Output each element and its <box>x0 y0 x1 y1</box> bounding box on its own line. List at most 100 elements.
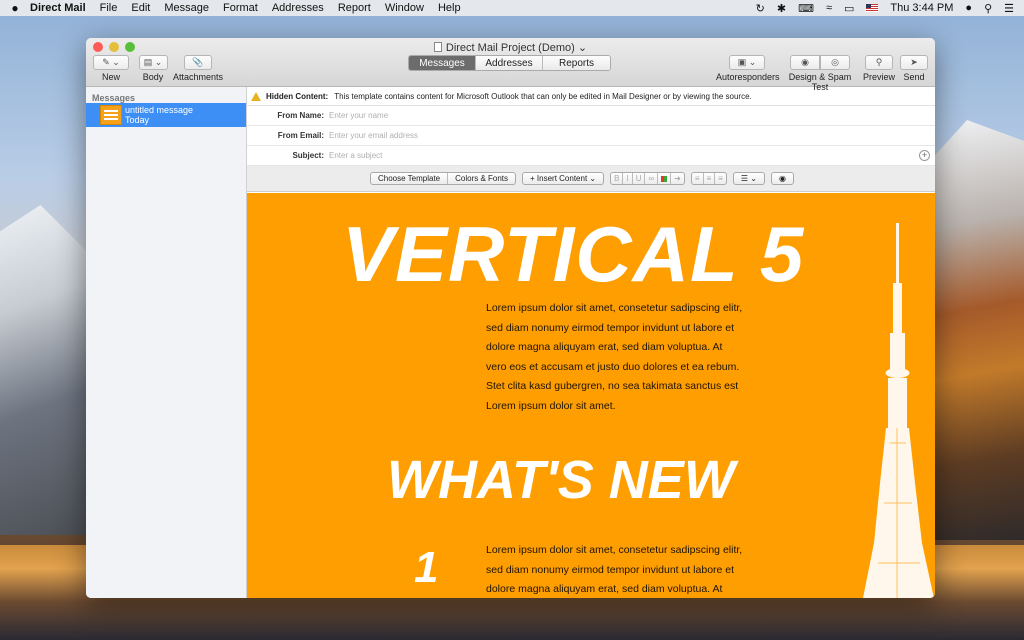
paragraph-1-line: dolore magna aliquyam erat, sed diam vol… <box>486 341 723 354</box>
menu-clock[interactable]: Thu 3:44 PM <box>890 2 953 14</box>
notification-center-icon[interactable]: ☰ <box>1004 2 1014 15</box>
email-paragraph-2[interactable]: Lorem ipsum dolor sit amet, consetetur s… <box>486 541 776 598</box>
battery-icon[interactable]: ▭ <box>844 2 854 15</box>
title-toolbar: Direct Mail Project (Demo) ⌄ ✎ ⌄ New ▤ ⌄… <box>86 38 935 92</box>
user-icon[interactable]: ● <box>965 2 972 14</box>
paragraph-1-line: sed diam nonumy eirmod tempor invidunt u… <box>486 321 735 334</box>
message-date: Today <box>125 115 150 125</box>
paperclip-icon: 📎 <box>184 55 212 70</box>
menu-file[interactable]: File <box>100 2 118 14</box>
status-area: ↻ ✱ ⌨ ≈ ▭ Thu 3:44 PM ● ⚲ ☰ <box>756 2 1024 15</box>
wifi-icon[interactable]: ≈ <box>826 2 832 14</box>
choose-template-button[interactable]: Choose Template <box>371 173 449 184</box>
from-email-row: From Email: Enter your email address <box>247 126 935 146</box>
email-paragraph-1[interactable]: Lorem ipsum dolor sit amet, consetetur s… <box>486 299 776 417</box>
insert-group: + Insert Content ⌄ <box>522 172 605 185</box>
paragraph-1-line: Stet clita kasd gubergren, no sea takima… <box>486 380 739 393</box>
menu-bar: ● Direct Mail File Edit Message Format A… <box>0 0 1024 16</box>
messages-sidebar: Messages untitled message Today <box>86 87 247 598</box>
menu-format[interactable]: Format <box>223 2 258 14</box>
autoresponders-button[interactable]: ▣ ⌄ Autoresponders <box>716 55 780 82</box>
menu-app-name[interactable]: Direct Mail <box>30 2 86 14</box>
colors-fonts-button[interactable]: Colors & Fonts <box>448 173 515 184</box>
from-email-field[interactable]: Enter your email address <box>329 131 418 140</box>
warning-icon <box>251 91 261 101</box>
spotlight-search-icon[interactable]: ⚲ <box>984 2 992 15</box>
hidden-content-text: This template contains content for Micro… <box>334 91 752 101</box>
menu-help[interactable]: Help <box>438 2 461 14</box>
chevron-down-icon: ⌄ <box>577 42 588 54</box>
keyboard-icon[interactable]: ⌨ <box>798 2 814 15</box>
time-machine-icon[interactable]: ↻ <box>756 2 765 15</box>
tower-illustration <box>863 223 934 598</box>
arrow-right-icon[interactable]: ➜ <box>671 173 684 184</box>
design-spam-group: ◉ ◎ <box>782 55 858 70</box>
insert-content-button[interactable]: + Insert Content ⌄ <box>523 173 603 184</box>
hidden-content-notice: Hidden Content: This template contains c… <box>247 87 935 106</box>
new-button[interactable]: ✎ ⌄ New <box>93 55 129 82</box>
send-button[interactable]: ➤ Send <box>899 55 929 82</box>
link-icon[interactable]: ∞ <box>645 173 659 184</box>
text-style-group: B I U ∞ ➜ <box>610 172 685 185</box>
bold-button[interactable]: B <box>611 173 624 184</box>
message-thumbnail <box>100 105 122 125</box>
bluetooth-icon[interactable]: ✱ <box>777 2 786 15</box>
color-swatch-icon[interactable] <box>658 173 672 184</box>
italic-button[interactable]: I <box>623 173 633 184</box>
align-center-icon[interactable]: ≡ <box>704 173 716 184</box>
attachments-button[interactable]: 📎 Attachments <box>172 55 224 82</box>
paragraph-2-line: Lorem ipsum dolor sit amet, consetetur s… <box>486 544 743 556</box>
from-name-label: From Name: <box>277 111 324 120</box>
spam-test-icon: ◎ <box>820 55 850 70</box>
email-headline[interactable]: VERTICAL 5 <box>342 215 804 293</box>
add-header-plus-icon[interactable]: + <box>919 150 930 161</box>
paragraph-1-line: Lorem ipsum dolor sit amet, consetetur s… <box>486 302 743 314</box>
paragraph-2-line: sed diam nonumy eirmod tempor invidunt u… <box>486 563 735 576</box>
new-label: New <box>101 72 120 82</box>
menu-report[interactable]: Report <box>338 2 371 14</box>
input-source-flag-icon[interactable] <box>866 4 879 12</box>
send-paper-plane-icon: ➤ <box>900 55 928 70</box>
new-compose-icon: ✎ ⌄ <box>93 55 129 70</box>
subject-label: Subject: <box>292 151 324 160</box>
menu-message[interactable]: Message <box>164 2 209 14</box>
main-tabs: Messages Addresses Reports <box>408 55 611 71</box>
email-canvas[interactable]: VERTICAL 5 Lorem ipsum dolor sit amet, c… <box>247 193 935 598</box>
list-style-icon[interactable]: ☰ ⌄ <box>734 173 764 184</box>
tab-reports[interactable]: Reports <box>543 56 610 70</box>
apple-menu-icon[interactable]: ● <box>0 1 30 15</box>
menu-addresses[interactable]: Addresses <box>272 2 324 14</box>
list-group: ☰ ⌄ <box>732 172 765 185</box>
design-test-icon: ◉ <box>790 55 820 70</box>
from-name-field[interactable]: Enter your name <box>329 111 388 120</box>
message-editor: Hidden Content: This template contains c… <box>247 87 935 598</box>
list-item-message[interactable]: untitled message Today <box>86 103 246 127</box>
align-left-icon[interactable]: ≡ <box>692 173 704 184</box>
align-right-icon[interactable]: ≡ <box>715 173 726 184</box>
from-name-row: From Name: Enter your name <box>247 106 935 126</box>
app-window: Direct Mail Project (Demo) ⌄ ✎ ⌄ New ▤ ⌄… <box>86 38 935 598</box>
send-label: Send <box>903 72 925 82</box>
body-button[interactable]: ▤ ⌄ Body <box>138 55 168 82</box>
tab-messages[interactable]: Messages <box>409 56 476 70</box>
menu-window[interactable]: Window <box>385 2 424 14</box>
preview-label: Preview <box>862 72 895 82</box>
menu-edit[interactable]: Edit <box>131 2 150 14</box>
mountain-right <box>929 120 1024 540</box>
window-title-text: Direct Mail Project (Demo) <box>445 42 575 54</box>
window-title[interactable]: Direct Mail Project (Demo) ⌄ <box>86 41 935 54</box>
paragraph-2-line: dolore magna aliquyam erat, sed diam vol… <box>486 583 723 596</box>
preview-button[interactable]: ⚲ Preview <box>862 55 896 82</box>
message-item-text: untitled message Today <box>125 105 193 125</box>
section-title[interactable]: WHAT'S NEW <box>387 451 735 509</box>
from-email-label: From Email: <box>277 131 324 140</box>
tab-addresses[interactable]: Addresses <box>476 56 543 70</box>
preview-icon: ⚲ <box>865 55 893 70</box>
item-number[interactable]: 1 <box>414 545 438 591</box>
camera-icon[interactable]: ◉ <box>772 173 793 184</box>
underline-button[interactable]: U <box>633 173 646 184</box>
autoresponder-icon: ▣ ⌄ <box>729 55 765 70</box>
subject-field[interactable]: Enter a subject <box>329 151 382 160</box>
body-label: Body <box>142 72 164 82</box>
body-icon: ▤ ⌄ <box>138 55 168 70</box>
